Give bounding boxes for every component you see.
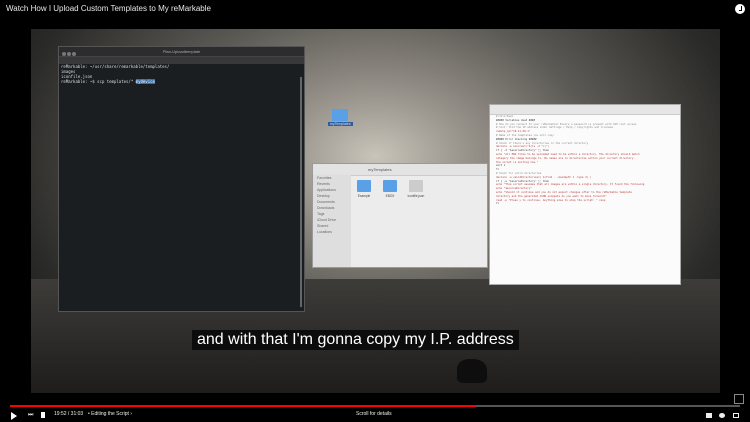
subtitle-caption: and with that I'm gonna copy my I.P. add… [192, 330, 519, 350]
file-name[interactable]: EBOX [380, 194, 400, 198]
watch-later-clock-icon[interactable] [735, 4, 745, 14]
folder-icon[interactable] [357, 180, 371, 192]
chapter-title[interactable]: • Editing the Script › [88, 411, 132, 417]
finder-sidebar: Favorites Recents Applications Desktop D… [313, 175, 351, 267]
fullscreen-icon[interactable] [733, 413, 739, 418]
sidebar-item[interactable]: Locations [313, 229, 351, 235]
terminal-selection: mydevice [135, 79, 155, 84]
folder-icon[interactable] [383, 180, 397, 192]
volume-icon[interactable] [41, 412, 45, 418]
terminal-tabbar [59, 57, 304, 64]
desktop-folder-icon[interactable] [332, 109, 348, 121]
scroll-for-details[interactable]: Scroll for details [356, 411, 392, 417]
terminal-window[interactable]: Plan-Uploadtemplate reMarkable: ~/usr/sh… [58, 46, 305, 312]
file-name[interactable]: iconfile.json [406, 194, 426, 198]
terminal-scrollbar[interactable] [300, 77, 302, 307]
editor-titlebar[interactable] [490, 105, 680, 115]
json-file-icon[interactable] [409, 180, 423, 192]
progress-bar[interactable] [10, 405, 740, 407]
terminal-title: Plan-Uploadtemplate [162, 49, 201, 54]
terminal-prompt: reMarkable: ~$ scp templates/* [61, 79, 136, 84]
play-icon[interactable] [11, 412, 17, 420]
terminal-titlebar[interactable]: Plan-Uploadtemplate [59, 47, 304, 57]
subtitles-icon[interactable] [706, 413, 712, 418]
settings-gear-icon[interactable] [719, 413, 725, 418]
desktop-folder-label[interactable]: myTemplates [328, 122, 353, 126]
terminal-line: reMarkable: ~$ scp templates/* mydevice [59, 79, 304, 84]
rock-silhouette [457, 359, 487, 383]
window-controls[interactable] [62, 50, 77, 59]
channel-watermark-icon[interactable] [734, 394, 744, 404]
finder-window[interactable]: myTemplates Favorites Recents Applicatio… [312, 163, 488, 268]
next-icon[interactable]: ⏭ [28, 412, 33, 420]
time-display: 19:52 / 31:03 [54, 411, 84, 417]
file-name[interactable]: Example [354, 194, 374, 198]
video-title: Watch How I Upload Custom Templates to M… [6, 4, 211, 13]
code-line: fi [496, 202, 500, 206]
progress-fill [10, 405, 477, 407]
player-controls: ⏭ 19:52 / 31:03 • Editing the Script › S… [0, 408, 750, 422]
text-editor-window[interactable]: #!/bin/bash ##### Variables Used #### # … [489, 104, 681, 285]
